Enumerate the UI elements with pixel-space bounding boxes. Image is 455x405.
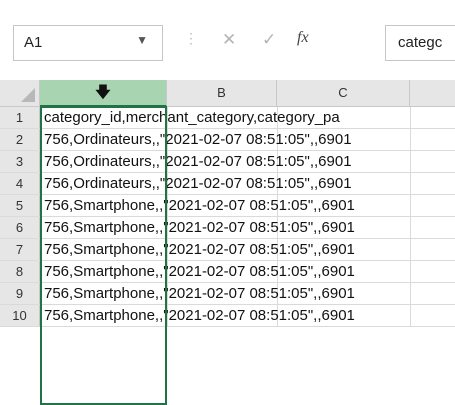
row-header[interactable]: 10: [0, 305, 40, 326]
cell-a[interactable]: 756,Ordinateurs,,"2021-02-07 08:51:05",,…: [44, 129, 352, 150]
check-icon[interactable]: ✓: [262, 30, 276, 50]
row-header[interactable]: 4: [0, 173, 40, 194]
table-row: 8 756,Smartphone,,"2021-02-07 08:51:05",,…: [0, 261, 455, 283]
chevron-down-icon[interactable]: ▼: [136, 33, 148, 47]
cell-a[interactable]: 756,Ordinateurs,,"2021-02-07 08:51:05",,…: [44, 151, 352, 172]
cell-a[interactable]: 756,Smartphone,,"2021-02-07 08:51:05",,6…: [44, 283, 355, 304]
column-header-b[interactable]: B: [167, 80, 277, 106]
cell-a[interactable]: 756,Smartphone,,"2021-02-07 08:51:05",,6…: [44, 305, 355, 326]
row-header[interactable]: 9: [0, 283, 40, 304]
table-row: 3 756,Ordinateurs,,"2021-02-07 08:51:05",…: [0, 151, 455, 173]
row-header[interactable]: 3: [0, 151, 40, 172]
table-row: 2 756,Ordinateurs,,"2021-02-07 08:51:05",…: [0, 129, 455, 151]
cell-a[interactable]: 756,Smartphone,,"2021-02-07 08:51:05",,6…: [44, 261, 355, 282]
name-box-value: A1: [24, 34, 43, 51]
table-row: 10 756,Smartphone,,"2021-02-07 08:51:05",…: [0, 305, 455, 327]
column-header-c[interactable]: C: [277, 80, 410, 106]
spreadsheet-grid: 🡇 B C 1 category_id,merchant_category,cat…: [0, 80, 455, 405]
select-all-button[interactable]: [0, 80, 40, 106]
row-header[interactable]: 2: [0, 129, 40, 150]
formula-input[interactable]: categc: [385, 25, 455, 61]
table-row: 7 756,Smartphone,,"2021-02-07 08:51:05",,…: [0, 239, 455, 261]
close-icon[interactable]: ✕: [222, 30, 236, 50]
name-box[interactable]: A1 ▼: [13, 25, 163, 61]
row-header[interactable]: 7: [0, 239, 40, 260]
cell-a[interactable]: 756,Smartphone,,"2021-02-07 08:51:05",,6…: [44, 239, 355, 260]
row-header[interactable]: 1: [0, 107, 40, 128]
down-arrow-icon: 🡇: [95, 84, 111, 101]
column-header-row: 🡇 B C: [0, 80, 455, 107]
column-header-d[interactable]: [410, 80, 455, 106]
row-header[interactable]: 5: [0, 195, 40, 216]
formula-input-value: categc: [398, 34, 443, 51]
table-row: 6 756,Smartphone,,"2021-02-07 08:51:05",,…: [0, 217, 455, 239]
cell-a[interactable]: 756,Smartphone,,"2021-02-07 08:51:05",,6…: [44, 195, 355, 216]
row-header[interactable]: 6: [0, 217, 40, 238]
insert-function-icon[interactable]: fx: [297, 29, 309, 47]
formula-bar: A1 ▼ ⋮ ✕ ✓ fx categc: [0, 0, 455, 80]
cell-a[interactable]: 756,Smartphone,,"2021-02-07 08:51:05",,6…: [44, 217, 355, 238]
table-row: 1 category_id,merchant_category,category_…: [0, 107, 455, 129]
cell-a[interactable]: 756,Ordinateurs,,"2021-02-07 08:51:05",,…: [44, 173, 352, 194]
column-header-a[interactable]: 🡇: [40, 80, 167, 107]
cell-a[interactable]: category_id,merchant_category,category_p…: [44, 107, 340, 128]
table-row: 5 756,Smartphone,,"2021-02-07 08:51:05",,…: [0, 195, 455, 217]
table-row: 4 756,Ordinateurs,,"2021-02-07 08:51:05",…: [0, 173, 455, 195]
row-header[interactable]: 8: [0, 261, 40, 282]
vertical-dots-icon: ⋮: [184, 30, 198, 46]
table-row: 9 756,Smartphone,,"2021-02-07 08:51:05",,…: [0, 283, 455, 305]
